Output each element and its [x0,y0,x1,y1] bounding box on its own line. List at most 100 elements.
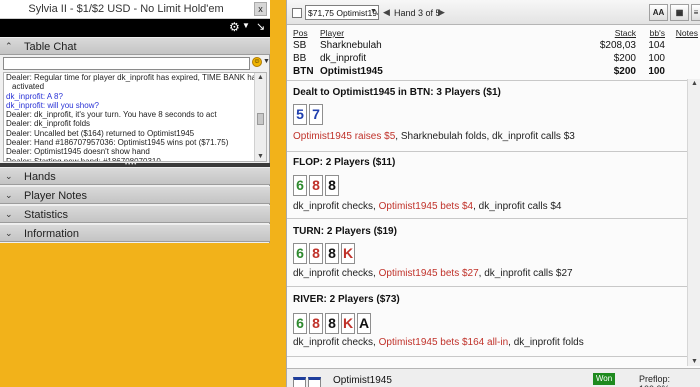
board-cards: 57 [293,104,325,126]
action-text: dk_inprofit checks, [293,268,379,279]
player-bbs: 100 [648,66,665,77]
panel-label: Hands [24,171,56,183]
divider [287,80,700,81]
chevron-down-icon[interactable]: ▼ [370,8,377,15]
replayer-scrollbar[interactable]: ▲ ▼ [687,79,700,366]
select-checkbox[interactable] [292,8,302,18]
playing-card: 8 [325,175,339,196]
triangle-left-icon[interactable]: ◀ [383,7,390,18]
player-row[interactable]: BB dk_inprofit $200 100 [287,53,700,65]
panel-header-player-notes[interactable]: ⌄ Player Notes [0,186,270,204]
chat-line: Dealer: Hand #186707957036: Optimist1945… [6,138,229,148]
playing-card: 6 [293,313,307,334]
action-text: , Sharknebulah folds, dk_inprofit calls … [395,131,575,142]
chat-line: Dealer: Regular time for player dk_inpro… [6,73,254,82]
hero-action: Optimist1945 bets $164 all-in [378,337,509,348]
chat-scrollbar[interactable]: ▲ ▼ [254,73,266,161]
list-icon[interactable]: ≡ [691,4,700,21]
panel-label: Information [24,228,80,240]
street-title: RIVER: 2 Players ($73) [293,294,400,305]
panel-header-statistics[interactable]: ⌄ Statistics [0,205,270,223]
smiley-icon[interactable]: ☺ [252,57,262,67]
chat-input[interactable] [3,57,250,70]
chevron-down-icon[interactable]: ▼ [263,58,270,65]
hero-action: Optimist1945 raises $5 [293,131,396,142]
scroll-down-icon[interactable]: ▼ [691,358,698,365]
action-text: dk_inprofit checks, [293,337,379,348]
player-bbs: 100 [648,53,665,64]
board-cards: 688K [293,243,357,265]
chevron-double-down-icon: ⌄ [5,228,13,238]
replayer-toolbar: $71,75 Optimist1945 ▼ ◀ Hand 3 of 5 ▶ AA… [287,0,700,25]
player-name: dk_inprofit [320,53,367,64]
divider [287,218,700,219]
triangle-right-icon[interactable]: ▶ [438,7,445,18]
player-row[interactable]: BTN Optimist1945 $200 100 [287,66,700,78]
board-cards: 688KA [293,313,373,335]
card-back-icons [293,377,323,387]
chat-line: Dealer: Optimist1945 doesn't show hand [6,147,150,157]
next-hand-strip: Optimist1945 Won Preflop: 100,0% [287,368,700,387]
playing-card: 8 [309,313,323,334]
board-cards: 688 [293,175,341,197]
hand-replayer-window: $71,75 Optimist1945 ▼ ◀ Hand 3 of 5 ▶ AA… [286,0,700,387]
player-bbs: 104 [648,40,665,51]
player-stack: $200 [613,53,636,64]
player-position: BB [293,53,307,64]
playing-card: 6 [293,175,307,196]
scroll-thumb[interactable] [257,113,264,125]
scroll-up-icon[interactable]: ▲ [691,80,698,87]
chevron-down-icon[interactable]: ▼ [242,21,250,30]
action-text: , dk_inprofit folds [508,337,584,348]
playing-card: 8 [325,243,339,264]
street-title: FLOP: 2 Players ($11) [293,157,396,168]
divider [287,356,700,357]
chat-line: dk_inprofit: A 8? [6,91,63,101]
font-size-button[interactable]: AA [649,4,668,21]
street-title: Dealt to Optimist1945 in BTN: 3 Players … [293,87,501,98]
header-notes: Notes [675,28,698,38]
resize-icon[interactable]: ↘ [256,20,265,33]
scroll-up-icon[interactable]: ▲ [257,74,264,81]
street-actions: dk_inprofit checks, Optimist1945 bets $2… [293,268,573,279]
action-text: dk_inprofit checks, [293,201,379,212]
panel-header-information[interactable]: ⌄ Information [0,224,270,242]
playing-card: 8 [309,175,323,196]
next-player-name: Optimist1945 [333,375,392,386]
table-menu-bar: ⚙ ▼ ↘ [0,19,270,37]
playing-card: 6 [293,243,307,264]
chat-line: Dealer: Uncalled bet ($164) returned to … [6,128,195,138]
window-title: Sylvia II - $1/$2 USD - No Limit Hold'em [28,3,224,15]
player-row[interactable]: SB Sharknebulah $208,03 104 [287,40,700,52]
street-actions: Optimist1945 raises $5, Sharknebulah fol… [293,131,575,142]
scroll-down-icon[interactable]: ▼ [257,153,264,160]
player-position: BTN [293,66,314,77]
hand-selector[interactable]: $71,75 Optimist1945 [305,5,379,20]
grid-icon[interactable]: ▦ [670,4,689,21]
close-button[interactable]: x [254,2,267,16]
window-titlebar[interactable]: Sylvia II - $1/$2 USD - No Limit Hold'em… [0,0,270,19]
table-chat-header[interactable]: ⌃ Table Chat [0,37,270,55]
chat-line: Dealer: dk_inprofit folds [6,119,91,129]
street-actions: dk_inprofit checks, Optimist1945 bets $1… [293,337,584,348]
playing-card: 7 [309,104,323,125]
divider [287,151,700,152]
divider [287,286,700,287]
chevron-double-down-icon: ⌄ [5,190,13,200]
header-player: Player [320,28,345,38]
chevron-double-down-icon: ⌄ [5,209,13,219]
chat-input-row: ☺ ▼ [3,57,270,70]
gear-icon[interactable]: ⚙ [229,20,240,34]
panel-header-hands[interactable]: ⌄ Hands [0,167,270,185]
chevron-double-down-icon: ⌄ [5,171,13,181]
chat-log[interactable]: Dealer: Regular time for player dk_inpro… [3,72,267,162]
player-name: Optimist1945 [320,66,383,77]
chat-line: dk_inprofit: will you show? [6,100,99,110]
playing-card: 8 [325,313,339,334]
player-name: Sharknebulah [320,40,382,51]
panel-label: Player Notes [24,190,87,202]
chevron-double-up-icon: ⌃ [5,41,13,51]
header-pos: Pos [293,28,308,38]
hero-action: Optimist1945 bets $27 [378,268,479,279]
chat-lines: Dealer: Regular time for player dk_inpro… [6,73,254,161]
